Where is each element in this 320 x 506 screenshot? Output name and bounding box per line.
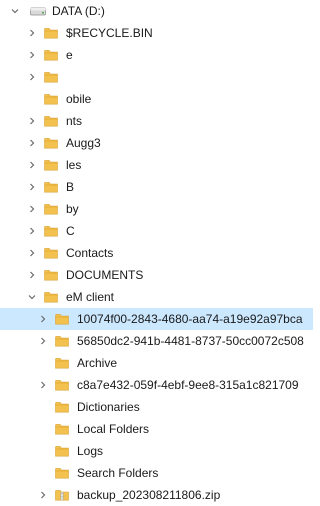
chevron-placeholder [38, 468, 48, 478]
chevron-right-icon[interactable] [38, 490, 48, 500]
tree-item[interactable] [0, 66, 313, 88]
chevron-right-icon[interactable] [27, 248, 37, 258]
tree-item-label: Search Folders [77, 466, 159, 480]
tree-item[interactable]: obile [0, 88, 313, 110]
folder-icon [55, 445, 69, 457]
folder-icon [55, 335, 69, 347]
tree-item-label: $RECYCLE.BIN [66, 26, 153, 40]
chevron-down-icon[interactable] [27, 292, 37, 302]
chevron-placeholder [38, 424, 48, 434]
chevron-right-icon[interactable] [38, 336, 48, 346]
tree-item[interactable]: B [0, 176, 313, 198]
tree-item[interactable]: c8a7e432-059f-4ebf-9ee8-315a1c821709 [0, 374, 313, 396]
drive-icon [30, 5, 46, 17]
tree-item-label: Logs [77, 444, 104, 458]
chevron-placeholder [38, 402, 48, 412]
tree-item[interactable]: 56850dc2-941b-4481-8737-50cc0072c508 [0, 330, 313, 352]
folder-icon [44, 291, 58, 303]
chevron-right-icon[interactable] [27, 226, 37, 236]
folder-icon [44, 225, 58, 237]
chevron-right-icon[interactable] [27, 204, 37, 214]
folder-icon [44, 159, 58, 171]
tree-item[interactable]: Search Folders [0, 462, 313, 484]
chevron-right-icon[interactable] [27, 72, 37, 82]
folder-icon [55, 401, 69, 413]
chevron-down-icon[interactable] [10, 6, 20, 16]
tree-item[interactable]: e [0, 44, 313, 66]
chevron-right-icon[interactable] [27, 270, 37, 280]
tree-item[interactable]: 10074f00-2843-4680-aa74-a19e92a97bca [0, 308, 313, 330]
navigation-tree: DATA (D:) $RECYCLE.BIN e obile nts Augg3 les Bb… [0, 0, 313, 502]
folder-icon [44, 269, 58, 281]
tree-item[interactable]: Augg3 [0, 132, 313, 154]
folder-icon [44, 181, 58, 193]
chevron-right-icon[interactable] [38, 380, 48, 390]
tree-item[interactable]: $RECYCLE.BIN [0, 22, 313, 44]
tree-item-label: obile [66, 92, 92, 106]
folder-icon [55, 467, 69, 479]
tree-item-label: Dictionaries [77, 400, 140, 414]
folder-icon [44, 49, 58, 61]
tree-item-label: DATA (D:) [52, 4, 105, 18]
folder-icon [44, 27, 58, 39]
tree-item-label: c8a7e432-059f-4ebf-9ee8-315a1c821709 [77, 378, 299, 392]
tree-item-label: Augg3 [66, 136, 101, 150]
tree-item[interactable]: by [0, 198, 313, 220]
chevron-right-icon[interactable] [38, 314, 48, 324]
folder-icon [55, 313, 69, 325]
tree-item[interactable]: Logs [0, 440, 313, 462]
folder-icon [55, 423, 69, 435]
tree-item[interactable]: nts [0, 110, 313, 132]
chevron-right-icon[interactable] [27, 50, 37, 60]
tree-drive-data-d[interactable]: DATA (D:) [0, 0, 313, 22]
chevron-right-icon[interactable] [27, 116, 37, 126]
tree-item[interactable]: Contacts [0, 242, 313, 264]
tree-item[interactable]: DOCUMENTS [0, 264, 313, 286]
tree-item-label: C [66, 224, 75, 238]
tree-item-label: DOCUMENTS [66, 268, 144, 282]
tree-item[interactable]: backup_202308211806.zip [0, 484, 313, 506]
tree-item-label: Archive [77, 356, 118, 370]
tree-item[interactable]: Archive [0, 352, 313, 374]
tree-item[interactable]: Local Folders [0, 418, 313, 440]
tree-item[interactable]: C [0, 220, 313, 242]
tree-item-label: 56850dc2-941b-4481-8737-50cc0072c508 [77, 334, 304, 348]
tree-item-label: e [66, 48, 73, 62]
chevron-placeholder [38, 358, 48, 368]
folder-icon [44, 137, 58, 149]
chevron-placeholder [27, 94, 37, 104]
chevron-placeholder [38, 446, 48, 456]
chevron-right-icon[interactable] [27, 160, 37, 170]
tree-item-label: 10074f00-2843-4680-aa74-a19e92a97bca [77, 312, 303, 326]
folder-icon [44, 247, 58, 259]
tree-item-label: Local Folders [77, 422, 150, 436]
tree-item[interactable]: les [0, 154, 313, 176]
tree-item-label: B [66, 180, 75, 194]
chevron-right-icon[interactable] [27, 182, 37, 192]
tree-item-label: by [66, 202, 79, 216]
folder-icon [55, 357, 69, 369]
tree-item-label: eM client [66, 290, 115, 304]
folder-icon [55, 379, 69, 391]
tree-item-label: nts [66, 114, 83, 128]
folder-icon [44, 203, 58, 215]
tree-item-label: les [66, 158, 82, 172]
chevron-right-icon[interactable] [27, 138, 37, 148]
tree-item[interactable]: eM client [0, 286, 313, 308]
folder-icon [44, 115, 58, 127]
folder-icon [44, 71, 58, 83]
chevron-right-icon[interactable] [27, 28, 37, 38]
zip-folder-icon [55, 489, 69, 501]
tree-item-label: Contacts [66, 246, 114, 260]
folder-icon [44, 93, 58, 105]
tree-item[interactable]: Dictionaries [0, 396, 313, 418]
